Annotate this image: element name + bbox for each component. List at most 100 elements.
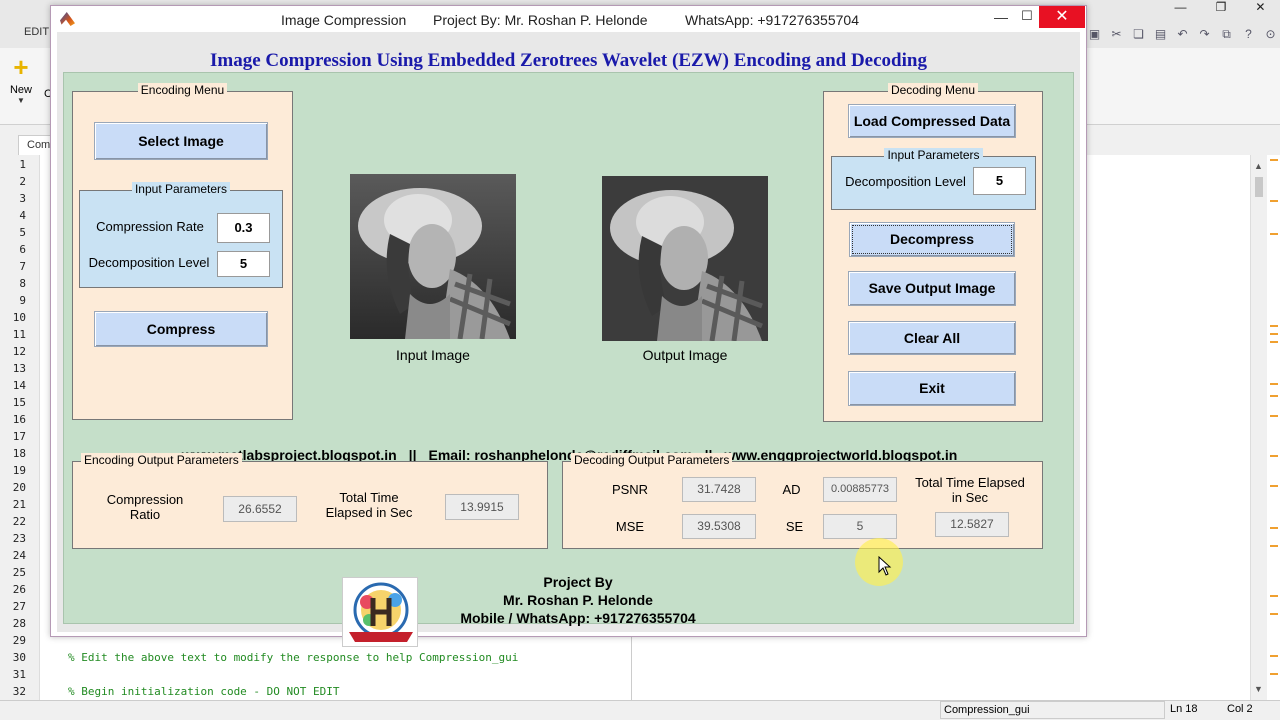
encoding-menu-title: Encoding Menu: [137, 83, 228, 97]
line-number: 15: [12, 396, 26, 409]
input-image-label: Input Image: [396, 347, 470, 363]
compression-ratio-value: 26.6552: [223, 496, 297, 522]
line-number: 21: [12, 498, 26, 511]
line-number: 7: [19, 260, 26, 273]
line-number: 24: [12, 549, 26, 562]
close-icon[interactable]: ✕: [1039, 6, 1085, 28]
line-number: 2: [19, 175, 26, 188]
footer-author-name: Mr. Roshan P. Helonde: [503, 592, 653, 608]
minimize-icon[interactable]: —: [1175, 0, 1187, 20]
line-number: 27: [12, 600, 26, 613]
compression-rate-field[interactable]: 0.3: [217, 213, 270, 243]
line-number: 25: [12, 566, 26, 579]
logo-graphic: [349, 582, 413, 642]
encoding-input-parameters-title: Input Parameters: [131, 182, 231, 196]
compression-rate-label: Compression Rate: [96, 219, 204, 234]
decompress-button[interactable]: Decompress: [849, 222, 1015, 257]
chevron-down-icon: ▼: [17, 96, 25, 105]
line-number: 10: [12, 311, 26, 324]
decoding-output-panel: Decoding Output Parameters PSNR 31.7428 …: [562, 453, 1043, 549]
close-icon[interactable]: ✕: [1255, 0, 1265, 20]
exit-button[interactable]: Exit: [848, 371, 1016, 406]
decoding-time-value: 12.5827: [935, 512, 1009, 537]
restore-icon[interactable]: ❐: [1216, 0, 1227, 20]
input-image-graphic: [350, 174, 516, 339]
line-number: 18: [12, 447, 26, 460]
maximize-icon[interactable]: ☐: [1017, 8, 1037, 28]
gui-window: Image Compression Project By: Mr. Roshan…: [50, 5, 1087, 647]
line-number: 26: [12, 583, 26, 596]
undo-icon[interactable]: ↶: [1173, 26, 1192, 42]
output-image: [602, 176, 768, 341]
decoding-time-label: Total Time Elapsed in Sec: [915, 475, 1025, 505]
decoding-decomposition-level-field[interactable]: 5: [973, 167, 1026, 195]
mse-label: MSE: [615, 519, 645, 534]
encoding-decomposition-level-field[interactable]: 5: [217, 251, 270, 277]
select-image-button[interactable]: Select Image: [94, 122, 268, 160]
code-comment-line: % Edit the above text to modify the resp…: [68, 651, 519, 664]
matlab-logo-icon: [60, 12, 75, 26]
compress-button[interactable]: Compress: [94, 311, 268, 347]
code-comment-line: % Begin initialization code - DO NOT EDI…: [68, 685, 340, 698]
main-panel: Encoding Menu Select Image Input Paramet…: [63, 72, 1074, 647]
output-image-label: Output Image: [642, 347, 728, 363]
status-column: Col 2: [1227, 703, 1253, 715]
clear-all-button[interactable]: Clear All: [848, 321, 1016, 355]
window-title-project: Project By: Mr. Roshan P. Helonde: [433, 12, 648, 28]
compression-ratio-label: Compression Ratio: [106, 492, 184, 522]
redo-icon[interactable]: ↷: [1195, 26, 1214, 42]
line-number: 29: [12, 634, 26, 647]
status-filename: Compression_gui: [940, 701, 1165, 719]
quick-access-toolbar: ▣ ✂ ❏ ▤ ↶ ↷ ⧉ ? ⊙: [1085, 24, 1280, 44]
switch-windows-icon[interactable]: ⧉: [1217, 26, 1236, 42]
encoding-decomposition-level-label: Decomposition Level: [88, 255, 210, 270]
options-icon[interactable]: ⊙: [1261, 26, 1280, 42]
window-title: Image Compression: [281, 12, 407, 28]
matlab-window-controls: — ❐ ✕: [1160, 0, 1280, 20]
window-titlebar[interactable]: Image Compression Project By: Mr. Roshan…: [51, 6, 1086, 32]
footer-project-by: Project By: [543, 574, 613, 590]
code-analyzer-marks: [1268, 155, 1280, 700]
save-output-image-button[interactable]: Save Output Image: [848, 271, 1016, 306]
copy-icon[interactable]: ❏: [1129, 26, 1148, 42]
decoding-menu-title: Decoding Menu: [887, 83, 979, 97]
scroll-thumb[interactable]: [1255, 177, 1263, 197]
psnr-label: PSNR: [611, 482, 649, 497]
gui-body: Image Compression Using Embedded Zerotre…: [57, 32, 1080, 647]
mse-value: 39.5308: [682, 514, 756, 539]
line-number: 28: [12, 617, 26, 630]
line-number: 30: [12, 651, 26, 664]
ad-label: AD: [782, 482, 801, 497]
line-number: 3: [19, 192, 26, 205]
help-icon[interactable]: ?: [1239, 26, 1258, 42]
line-number: 4: [19, 209, 26, 222]
line-number: 31: [12, 668, 26, 681]
editor-doc-tab[interactable]: Com: [18, 135, 52, 155]
minimize-icon[interactable]: —: [991, 9, 1011, 29]
editor-scrollbar[interactable]: ▲ ▼: [1250, 155, 1267, 700]
se-value: 5: [823, 514, 897, 539]
new-button[interactable]: + New ▼: [6, 52, 36, 112]
footer-credits: Project By Mr. Roshan P. Helonde Mobile …: [448, 573, 708, 627]
line-number: 32: [12, 685, 26, 698]
scroll-down-icon[interactable]: ▼: [1254, 684, 1263, 694]
decoding-output-title: Decoding Output Parameters: [571, 453, 733, 467]
line-number: 6: [19, 243, 26, 256]
decoding-decomposition-level-label: Decomposition Level: [845, 174, 966, 189]
footer-contact: Mobile / WhatsApp: +917276355704: [460, 610, 696, 626]
line-number: 23: [12, 532, 26, 545]
page-title: Image Compression Using Embedded Zerotre…: [210, 50, 927, 71]
line-number: 13: [12, 362, 26, 375]
line-number: 20: [12, 481, 26, 494]
paste-icon[interactable]: ▤: [1151, 26, 1170, 42]
decoding-menu-panel: Decoding Menu Load Compressed Data Input…: [823, 83, 1043, 422]
cut-icon[interactable]: ✂: [1107, 26, 1126, 42]
encoding-output-title: Encoding Output Parameters: [81, 453, 242, 467]
line-number: 8: [19, 277, 26, 290]
load-compressed-data-button[interactable]: Load Compressed Data: [848, 104, 1016, 138]
scroll-up-icon[interactable]: ▲: [1254, 161, 1263, 171]
save-icon[interactable]: ▣: [1085, 26, 1104, 42]
line-number: 5: [19, 226, 26, 239]
plus-icon: +: [13, 52, 29, 82]
line-number: 12: [12, 345, 26, 358]
